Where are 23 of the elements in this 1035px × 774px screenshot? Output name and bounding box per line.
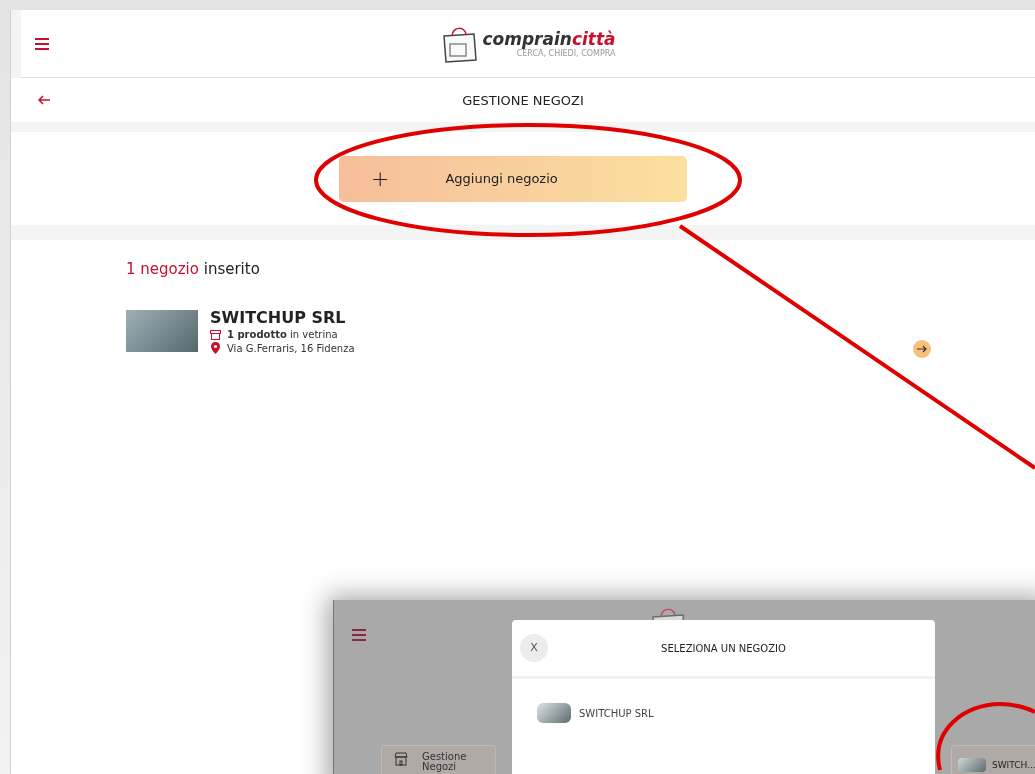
logo-text: compraincittà [482,29,616,49]
photo-placeholder [537,703,571,723]
location-pin-icon [210,342,221,354]
product-count-text: 1 prodotto in vetrina [227,329,338,340]
shop-count-text: 1 negozio inserito [126,260,261,278]
menu-icon[interactable] [352,629,366,641]
dialog-title: SELEZIONA UN NEGOZIO [661,642,786,654]
arrow-right-icon[interactable] [913,340,931,358]
photo-placeholder [958,758,986,772]
add-shop-button[interactable]: + Aggiungi negozio [339,155,687,202]
shop-selector[interactable]: SWITCH... [951,745,1035,774]
menu-card[interactable]: Gestione Negozi [381,745,496,774]
logo-tagline: CERCA, CHIEDI, COMPRA [516,49,616,58]
shop-option[interactable]: SWITCHUP SRL [579,707,654,719]
photo-placeholder [126,310,198,352]
shop-name[interactable]: SWITCHUP SRL [210,308,355,327]
page-title: GESTIONE NEGOZI [462,92,584,108]
box-icon [210,329,221,340]
back-arrow-icon[interactable] [38,95,50,105]
menu-icon[interactable] [35,38,49,50]
shop-icon [394,752,408,766]
shop-address: Via G.Ferraris, 16 Fidenza [227,342,355,354]
close-button[interactable]: X [520,634,548,662]
